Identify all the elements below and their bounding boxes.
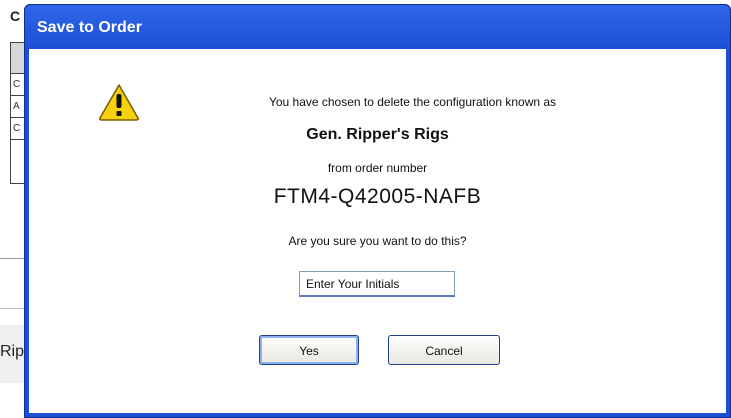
dialog-body: You have chosen to delete the configurat… <box>29 49 726 413</box>
bg-heading: C <box>10 8 21 24</box>
bg-text: Rip <box>0 343 25 360</box>
cancel-button[interactable]: Cancel <box>388 335 500 365</box>
initials-input[interactable] <box>299 271 455 297</box>
configuration-name: Gen. Ripper's Rigs <box>306 126 449 143</box>
confirm-question: Are you sure you want to do this? <box>288 234 467 248</box>
from-order-text: from order number <box>327 161 428 175</box>
dialog-title: Save to Order <box>37 19 142 36</box>
yes-button[interactable]: Yes <box>259 335 359 365</box>
order-number: FTM4-Q42005-NAFB <box>273 185 482 208</box>
save-to-order-dialog: Save to Order You have chosen to delete … <box>24 4 731 418</box>
dialog-titlebar[interactable]: Save to Order <box>25 5 730 49</box>
delete-message: You have chosen to delete the configurat… <box>268 95 557 109</box>
